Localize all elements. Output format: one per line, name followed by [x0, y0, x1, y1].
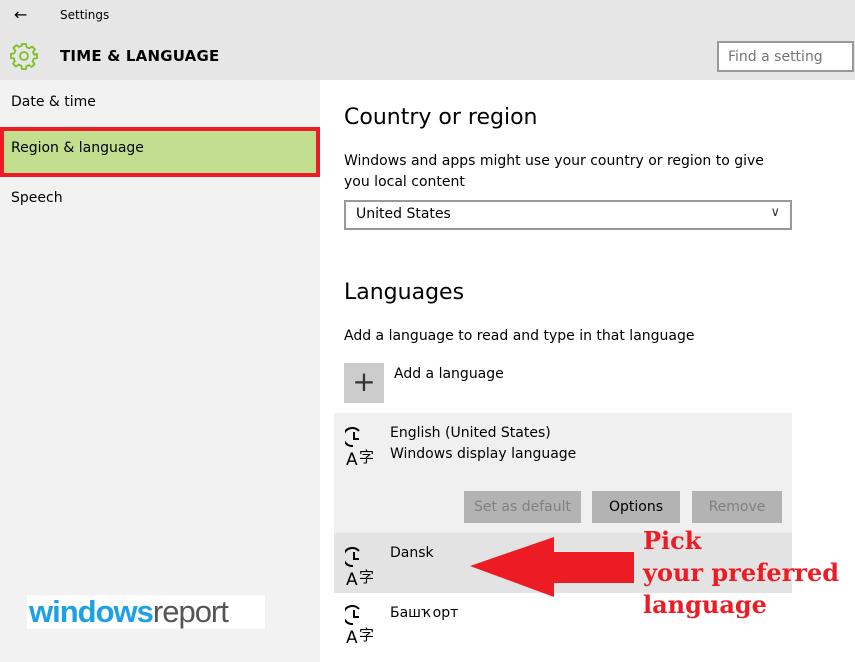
- country-value: United States: [356, 206, 451, 222]
- windowsreport-logo: windowsreport: [27, 595, 265, 629]
- country-description: Windows and apps might use your country …: [344, 153, 764, 190]
- add-language-button[interactable]: +: [344, 363, 384, 403]
- language-icon: A字: [345, 427, 374, 467]
- sidebar-item-speech[interactable]: Speech: [0, 177, 320, 225]
- language-name: English (United States): [390, 425, 551, 441]
- languages-heading: Languages: [344, 280, 465, 305]
- svg-text:A: A: [346, 450, 358, 467]
- language-icon: A字: [345, 547, 374, 587]
- annotation-line-1: Pick: [643, 526, 702, 555]
- remove-button[interactable]: Remove: [692, 491, 782, 523]
- gear-icon: [10, 43, 38, 70]
- window-title: Settings: [60, 8, 110, 22]
- language-item-english[interactable]: A字 English (United States) Windows displ…: [334, 413, 792, 533]
- search-input[interactable]: [717, 41, 854, 72]
- sidebar-item-region-language[interactable]: Region & language: [0, 127, 320, 177]
- language-name: Башҡорт: [390, 605, 459, 621]
- language-icon: A字: [345, 605, 374, 645]
- sidebar: Date & time Region & language Speech: [0, 80, 320, 662]
- section-title: TIME & LANGUAGE: [60, 47, 220, 65]
- annotation-line-2: your preferred: [643, 558, 840, 587]
- language-subtitle: Windows display language: [390, 446, 577, 462]
- svg-text:A: A: [346, 628, 358, 645]
- svg-text:A: A: [346, 570, 358, 587]
- arrow-left-icon[interactable]: ←: [14, 5, 27, 24]
- annotation-line-3: language: [643, 590, 767, 619]
- plus-icon: +: [352, 365, 376, 398]
- languages-description: Add a language to read and type in that …: [344, 328, 695, 344]
- svg-text:字: 字: [359, 448, 374, 466]
- country-dropdown[interactable]: United States ∨: [344, 200, 792, 230]
- red-arrow-annotation: [470, 537, 634, 597]
- options-button[interactable]: Options: [592, 491, 680, 523]
- sidebar-item-date-time[interactable]: Date & time: [0, 81, 320, 129]
- country-heading: Country or region: [344, 105, 538, 130]
- set-as-default-button[interactable]: Set as default: [464, 491, 581, 523]
- svg-text:字: 字: [359, 626, 374, 644]
- chevron-down-icon: ∨: [770, 205, 780, 220]
- language-name: Dansk: [390, 545, 434, 561]
- svg-text:字: 字: [359, 568, 374, 586]
- add-language-label[interactable]: Add a language: [394, 364, 504, 385]
